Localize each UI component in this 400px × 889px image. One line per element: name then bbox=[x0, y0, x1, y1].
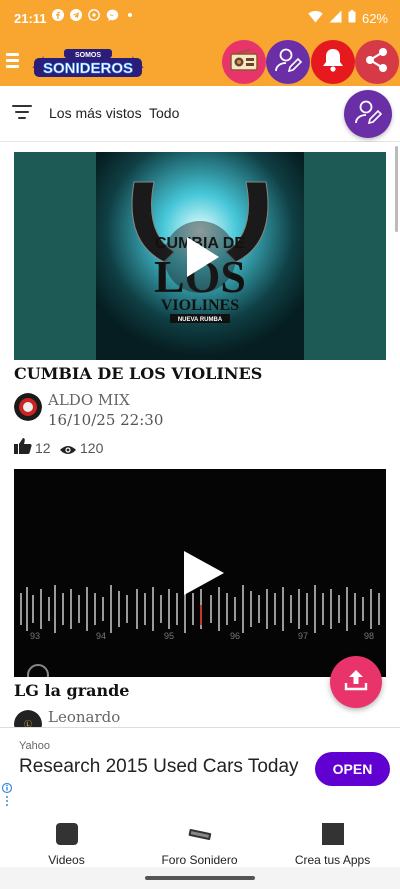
telegram-icon bbox=[70, 9, 82, 24]
battery-percent: 62% bbox=[361, 10, 388, 26]
radio-icon bbox=[230, 48, 258, 76]
share-button[interactable] bbox=[355, 40, 399, 84]
author-row: Ⓛ Leonardo bbox=[14, 708, 386, 727]
scrollbar[interactable] bbox=[395, 146, 398, 232]
status-time: 21:11 bbox=[14, 11, 47, 26]
apps-square-icon bbox=[321, 823, 344, 845]
sort-label[interactable]: Los más vistos bbox=[49, 105, 142, 121]
ad-headline[interactable]: Research 2015 Used Cars Today bbox=[19, 755, 299, 778]
nav-item-videos[interactable]: Videos bbox=[0, 823, 133, 867]
share-icon bbox=[364, 47, 390, 78]
user-edit-icon bbox=[354, 98, 383, 131]
filter-bar: Los más vistos Todo bbox=[0, 86, 400, 142]
nav-item-label: Videos bbox=[48, 853, 85, 867]
nav-item-foro-sonidero[interactable]: Foro Sonidero bbox=[133, 823, 266, 867]
waveform-label: 96 bbox=[230, 631, 240, 641]
thumbs-up-icon[interactable] bbox=[14, 438, 32, 457]
video-stats: 12 120 bbox=[14, 437, 386, 461]
ad-source: Yahoo bbox=[19, 740, 50, 752]
video-square-icon bbox=[55, 823, 78, 845]
bell-icon bbox=[321, 47, 345, 78]
ad-open-button[interactable]: OPEN bbox=[315, 752, 390, 786]
user-edit-icon bbox=[274, 46, 303, 79]
likes-count: 12 bbox=[35, 440, 51, 456]
logo-top-text: SOMOS bbox=[75, 52, 101, 59]
gesture-bar bbox=[0, 867, 400, 889]
radio-button[interactable] bbox=[222, 40, 266, 84]
post-date: 16/10/25 22:30 bbox=[48, 411, 164, 429]
video-thumbnail[interactable]: CUMBIA DE LOS VIOLINES NUEVA RUMBA bbox=[14, 152, 386, 360]
logo-main-text: SONIDEROS bbox=[43, 60, 133, 77]
avatar[interactable]: Ⓛ bbox=[14, 710, 42, 727]
views-count: 120 bbox=[80, 440, 104, 456]
home-indicator[interactable] bbox=[145, 876, 255, 880]
ad-info-icon[interactable] bbox=[1, 782, 14, 808]
facebook-icon bbox=[52, 9, 64, 24]
app-bar: SOMOS SONIDEROS bbox=[0, 36, 400, 86]
thumb-text-main: VIOLINES bbox=[161, 297, 239, 314]
nav-item-crea-tus-apps[interactable]: Crea tus Apps bbox=[266, 823, 399, 867]
menu-icon[interactable] bbox=[6, 53, 20, 69]
video-title[interactable]: CUMBIA DE LOS VIOLINES bbox=[14, 364, 386, 383]
video-thumbnail[interactable]: 93 94 95 96 97 98 bbox=[14, 469, 386, 677]
signal-icon bbox=[329, 10, 342, 26]
nav-item-label: Foro Sonidero bbox=[161, 853, 238, 867]
waveform-label: 95 bbox=[164, 631, 174, 641]
status-bar: 21:11 62% bbox=[0, 0, 400, 36]
waveform-label: 98 bbox=[364, 631, 374, 641]
whatsapp-icon bbox=[88, 9, 100, 24]
status-indicators: 62% bbox=[308, 10, 388, 26]
sort-filter-icon[interactable] bbox=[12, 105, 32, 121]
waveform-label: 97 bbox=[298, 631, 308, 641]
profile-button[interactable] bbox=[266, 40, 310, 84]
author-row: ALDO MIX 16/10/25 22:30 bbox=[14, 391, 386, 431]
author-name[interactable]: Leonardo bbox=[48, 708, 120, 726]
eye-icon bbox=[60, 442, 76, 458]
notifications-button[interactable] bbox=[311, 40, 355, 84]
app-logo[interactable]: SOMOS SONIDEROS bbox=[30, 48, 146, 78]
messenger-icon bbox=[106, 9, 119, 24]
notification-icons bbox=[52, 9, 135, 24]
ad-banner[interactable]: Yahoo Research 2015 Used Cars Today OPEN bbox=[0, 727, 400, 813]
avatar[interactable] bbox=[14, 393, 42, 421]
upload-fab-button[interactable] bbox=[330, 656, 382, 708]
bottom-nav: Videos Foro Sonidero Crea tus Apps bbox=[0, 815, 400, 867]
waveform-label: 93 bbox=[30, 631, 40, 641]
forum-badge-icon bbox=[188, 823, 212, 845]
author-name[interactable]: ALDO MIX bbox=[48, 391, 130, 409]
waveform-label: 94 bbox=[96, 631, 106, 641]
upload-icon bbox=[343, 667, 369, 698]
video-feed[interactable]: CUMBIA DE LOS VIOLINES NUEVA RUMBA CUMBI… bbox=[0, 142, 400, 727]
scope-label[interactable]: Todo bbox=[149, 105, 179, 121]
nav-item-label: Crea tus Apps bbox=[294, 853, 371, 867]
dot-icon bbox=[125, 9, 135, 24]
battery-icon bbox=[348, 10, 356, 26]
thumb-text-sub: NUEVA RUMBA bbox=[178, 317, 223, 323]
user-fab-button[interactable] bbox=[344, 90, 392, 138]
svg-text:Ⓛ: Ⓛ bbox=[24, 720, 32, 727]
video-card[interactable]: CUMBIA DE LOS VIOLINES NUEVA RUMBA CUMBI… bbox=[14, 152, 386, 461]
wifi-icon bbox=[308, 10, 323, 26]
